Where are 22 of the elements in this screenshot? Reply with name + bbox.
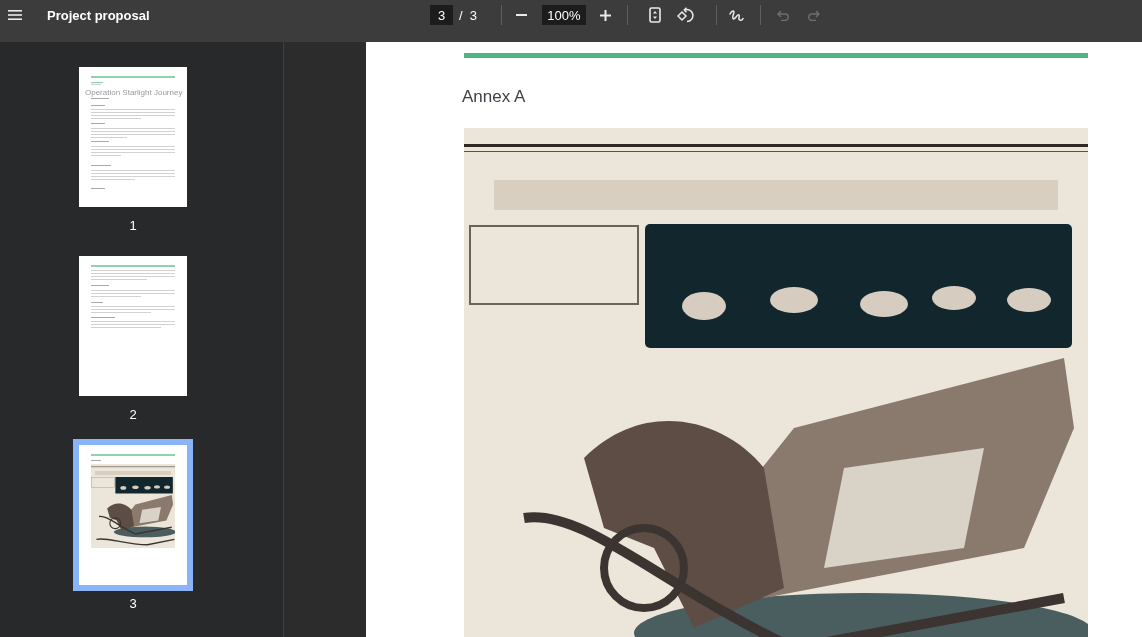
menu-icon [8,10,22,20]
text-lines-drawing [91,459,101,461]
page-separator: / [459,7,463,23]
scribble-icon [729,8,745,22]
text-lines-drawing [91,81,103,85]
zoom-level-field[interactable]: 100% [541,5,586,25]
page-fit-icon [648,7,661,23]
document-title: Project proposal [47,7,150,23]
page-number-label: 2 [129,407,137,423]
page-count-label: 3 [469,7,477,23]
thumbnail-title: Operation Starlight Journey [85,87,183,97]
page-number-label: 1 [129,218,137,234]
page-number-label: 3 [129,596,137,612]
undo-icon [776,9,789,21]
rotate-icon [677,7,695,23]
minus-icon [516,14,528,16]
page-number-field[interactable]: 3 [430,5,453,25]
page-thumbnail[interactable] [73,439,193,591]
page-thumbnail[interactable] [79,256,187,396]
redo-icon [807,9,820,21]
annex-heading: Annex A [462,87,526,107]
plus-icon [600,9,612,21]
